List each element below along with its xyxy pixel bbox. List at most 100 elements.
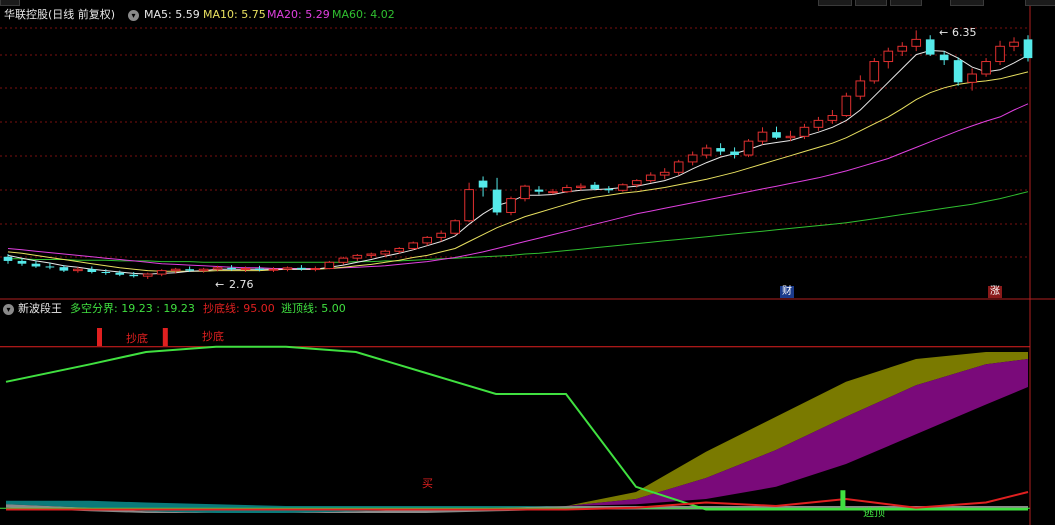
candle-body-up [687,154,698,163]
candle-body-up [352,254,363,259]
ma20-line [7,103,1029,269]
toolbar-stub[interactable] [890,0,922,6]
candle-body-down [297,267,306,270]
candle-body-up [198,268,209,272]
candle-body-up [73,268,83,272]
candle-body-up [576,185,586,189]
candle-body-up [813,119,824,128]
candle-body-up [617,184,628,191]
candle-body-down [1023,39,1033,59]
candle-body-up [883,50,894,63]
candle-body-up [268,268,279,271]
ma60-line [8,191,1029,263]
candle-body-up [282,267,293,270]
low-price-marker: 2.76 [229,278,254,291]
candle-body-down [115,272,125,275]
candle-body-up [911,38,922,47]
candle-body-up [855,80,866,97]
candle-body-up [673,161,684,173]
candle-body-down [953,60,963,83]
candle-body-up [799,126,810,137]
candle-body-down [17,260,27,264]
candle-body-down [925,39,935,55]
candle-body-up [1009,41,1019,47]
ma10-line [7,71,1029,272]
candle-body-up [548,191,558,194]
candle-body-up [170,268,181,272]
ma60-label: MA60: 4.02 [332,8,395,21]
candle-body-up [380,250,391,255]
toolbar-stub[interactable] [0,0,20,6]
candle-body-up [324,261,335,270]
candle-body-down [45,266,55,268]
candle-body-up [995,45,1005,63]
candle-body-up [366,253,377,256]
buy-signal-2: 抄底 [202,330,224,343]
split-label: 多空分界: 19.23 : 19.23 [70,302,195,315]
candle-body-up [142,273,153,277]
ma5-label: MA5: 5.59 [144,8,200,21]
sell-line-label: 逃顶线: 5.00 [281,302,346,315]
candle-body-down [129,274,139,277]
settings-icon[interactable]: ▾ [128,10,139,21]
chart-canvas [0,0,1055,525]
low-marker-arrow: ← [215,278,225,291]
limit-up-badge[interactable]: 涨 [988,286,1002,298]
indicator-settings-icon[interactable]: ▾ [3,304,14,315]
toolbar-stub[interactable] [950,0,984,6]
candle-body-up [743,140,754,156]
candle-body-up [212,267,223,270]
stock-title: 华联控股(日线 前复权) [4,8,116,21]
high-price-marker: 6.35 [952,26,977,39]
indicator-title: 新波段王 [18,302,62,315]
toolbar-stub[interactable] [1025,0,1055,6]
candle-body-down [59,267,69,271]
ma10-label: MA10: 5.75 [203,8,266,21]
buy-signal-bar [162,328,168,346]
candle-body-down [604,188,614,191]
candle-body-up [520,185,530,200]
candle-body-up [338,257,349,263]
sell-signal-bar [840,490,846,509]
candle-body-up [701,147,712,156]
sell-signal: 逃顶 [863,506,885,519]
candle-body-up [757,131,768,142]
ma20-label: MA20: 5.29 [267,8,330,21]
candle-body-down [101,272,111,273]
buy-signal-bar [97,328,102,346]
toolbar-stub[interactable] [855,0,887,6]
candle-body-up [422,236,433,244]
candle-body-down [255,268,264,270]
candle-body-down [492,189,502,213]
candle-body-down [939,54,949,61]
candle-body-up [981,61,991,75]
finance-badge[interactable]: 财 [780,286,794,298]
candle-body-down [590,184,600,189]
candle-body-up [450,220,460,234]
candle-body-down [730,151,739,155]
candle-body-up [240,268,251,271]
candle-body-up [869,61,880,82]
candle-body-up [645,174,656,182]
candle-body-down [716,148,725,152]
buy-line-label: 抄底线: 95.00 [203,302,275,315]
candle-body-up [897,45,908,52]
candle-body-down [227,267,236,270]
candle-body-up [408,242,419,249]
candle-body-up [841,95,852,117]
candle-body-up [631,180,642,186]
candle-body-up [967,73,977,83]
candle-body-up [506,198,516,213]
candle-body-down [772,132,781,138]
candle-body-up [394,247,405,252]
toolbar-stub[interactable] [818,0,852,6]
candle-body-up [156,270,167,275]
candle-body-down [478,180,488,188]
candle-body-down [87,269,97,272]
candle-body-down [534,189,544,192]
candle-body-up [310,268,321,271]
candle-body-down [31,263,41,267]
buy-point-label: 买 [422,477,433,490]
candle-body-down [185,269,194,271]
candle-body-up [436,232,446,238]
